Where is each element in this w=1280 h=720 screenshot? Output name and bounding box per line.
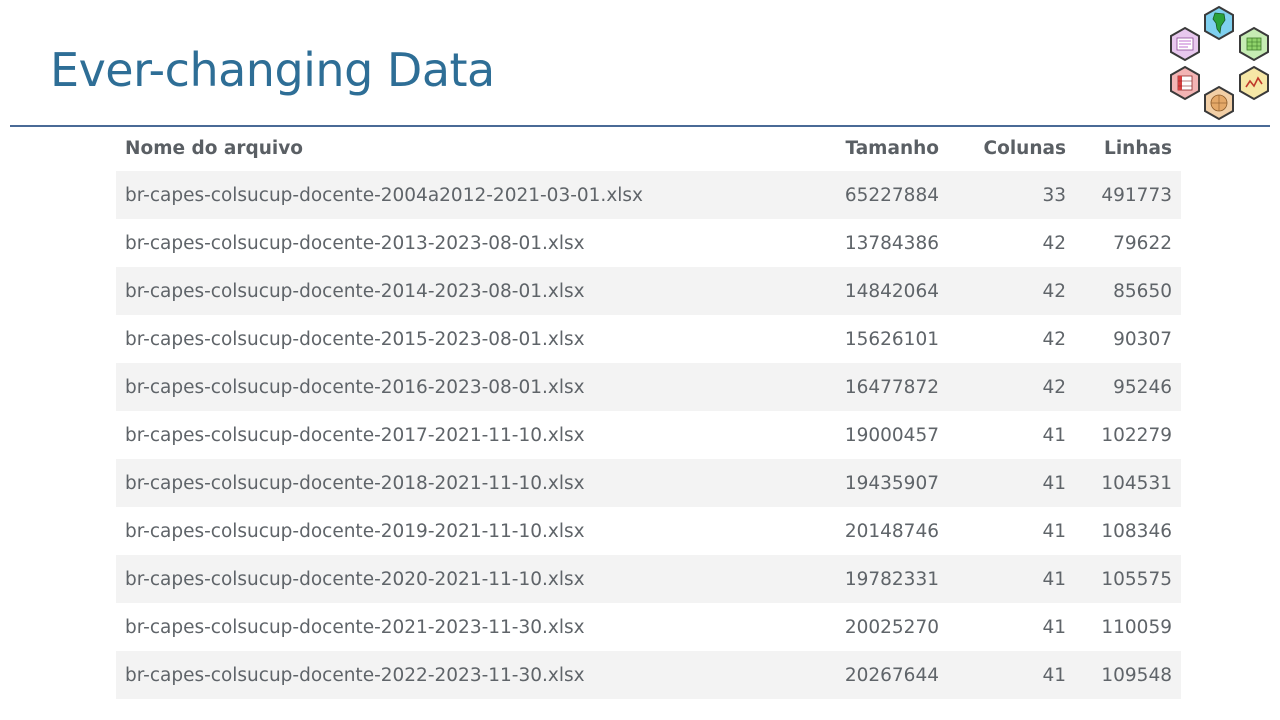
cell-size: 20148746: [844, 520, 939, 542]
cell-file-name: br-capes-colsucup-docente-2020-2021-11-1…: [125, 568, 585, 590]
cell-size: 20267644: [844, 664, 939, 686]
cell-size: 65227884: [844, 184, 939, 206]
cell-size: 14842064: [844, 280, 939, 302]
cell-rows: 109548: [1101, 664, 1172, 686]
cell-rows: 105575: [1101, 568, 1172, 590]
table-row: br-capes-colsucup-docente-2021-2023-11-3…: [116, 603, 1181, 651]
table-header-row: Nome do arquivo Tamanho Colunas Linhas: [116, 126, 1181, 171]
cell-rows: 90307: [1113, 328, 1172, 350]
cell-rows: 110059: [1101, 616, 1172, 638]
cell-columns: 41: [1042, 424, 1066, 446]
cell-columns: 41: [1042, 568, 1066, 590]
cell-columns: 42: [1042, 232, 1066, 254]
cell-columns: 33: [1042, 184, 1066, 206]
cell-size: 16477872: [844, 376, 939, 398]
cell-rows: 95246: [1113, 376, 1172, 398]
cell-size: 19000457: [844, 424, 939, 446]
header-file-name: Nome do arquivo: [125, 138, 303, 159]
cell-columns: 42: [1042, 376, 1066, 398]
table-row: br-capes-colsucup-docente-2016-2023-08-0…: [116, 363, 1181, 411]
cell-rows: 108346: [1101, 520, 1172, 542]
cell-file-name: br-capes-colsucup-docente-2013-2023-08-0…: [125, 232, 585, 254]
header-size: Tamanho: [845, 138, 939, 159]
header-rows: Linhas: [1104, 138, 1172, 159]
cell-rows: 102279: [1101, 424, 1172, 446]
table-row: br-capes-colsucup-docente-2019-2021-11-1…: [116, 507, 1181, 555]
cell-columns: 42: [1042, 328, 1066, 350]
cell-size: 19435907: [844, 472, 939, 494]
files-table: Nome do arquivo Tamanho Colunas Linhas b…: [116, 126, 1181, 699]
cell-columns: 41: [1042, 472, 1066, 494]
table-row: br-capes-colsucup-docente-2013-2023-08-0…: [116, 219, 1181, 267]
table-row: br-capes-colsucup-docente-2014-2023-08-0…: [116, 267, 1181, 315]
cell-columns: 41: [1042, 520, 1066, 542]
cell-file-name: br-capes-colsucup-docente-2015-2023-08-0…: [125, 328, 585, 350]
cell-file-name: br-capes-colsucup-docente-2022-2023-11-3…: [125, 664, 585, 686]
table-row: br-capes-colsucup-docente-2018-2021-11-1…: [116, 459, 1181, 507]
cell-file-name: br-capes-colsucup-docente-2016-2023-08-0…: [125, 376, 585, 398]
cell-size: 19782331: [844, 568, 939, 590]
cell-file-name: br-capes-colsucup-docente-2017-2021-11-1…: [125, 424, 585, 446]
cell-rows: 85650: [1113, 280, 1172, 302]
table-row: br-capes-colsucup-docente-2022-2023-11-3…: [116, 651, 1181, 699]
header-columns: Colunas: [983, 138, 1066, 159]
cell-columns: 42: [1042, 280, 1066, 302]
cell-columns: 41: [1042, 616, 1066, 638]
cell-rows: 79622: [1113, 232, 1172, 254]
cell-file-name: br-capes-colsucup-docente-2004a2012-2021…: [125, 184, 643, 206]
cell-file-name: br-capes-colsucup-docente-2019-2021-11-1…: [125, 520, 585, 542]
cell-size: 20025270: [844, 616, 939, 638]
cell-size: 15626101: [844, 328, 939, 350]
cell-file-name: br-capes-colsucup-docente-2021-2023-11-3…: [125, 616, 585, 638]
cell-file-name: br-capes-colsucup-docente-2018-2021-11-1…: [125, 472, 585, 494]
slide-title: Ever-changing Data: [50, 43, 495, 97]
cell-columns: 41: [1042, 664, 1066, 686]
table-row: br-capes-colsucup-docente-2017-2021-11-1…: [116, 411, 1181, 459]
table-row: br-capes-colsucup-docente-2015-2023-08-0…: [116, 315, 1181, 363]
cell-size: 13784386: [844, 232, 939, 254]
table-row: br-capes-colsucup-docente-2020-2021-11-1…: [116, 555, 1181, 603]
cell-rows: 491773: [1101, 184, 1172, 206]
cell-file-name: br-capes-colsucup-docente-2014-2023-08-0…: [125, 280, 585, 302]
cell-rows: 104531: [1101, 472, 1172, 494]
table-row: br-capes-colsucup-docente-2004a2012-2021…: [116, 171, 1181, 219]
files-table-container: Nome do arquivo Tamanho Colunas Linhas b…: [116, 126, 1181, 699]
hex-logo-icon: [1170, 5, 1269, 121]
